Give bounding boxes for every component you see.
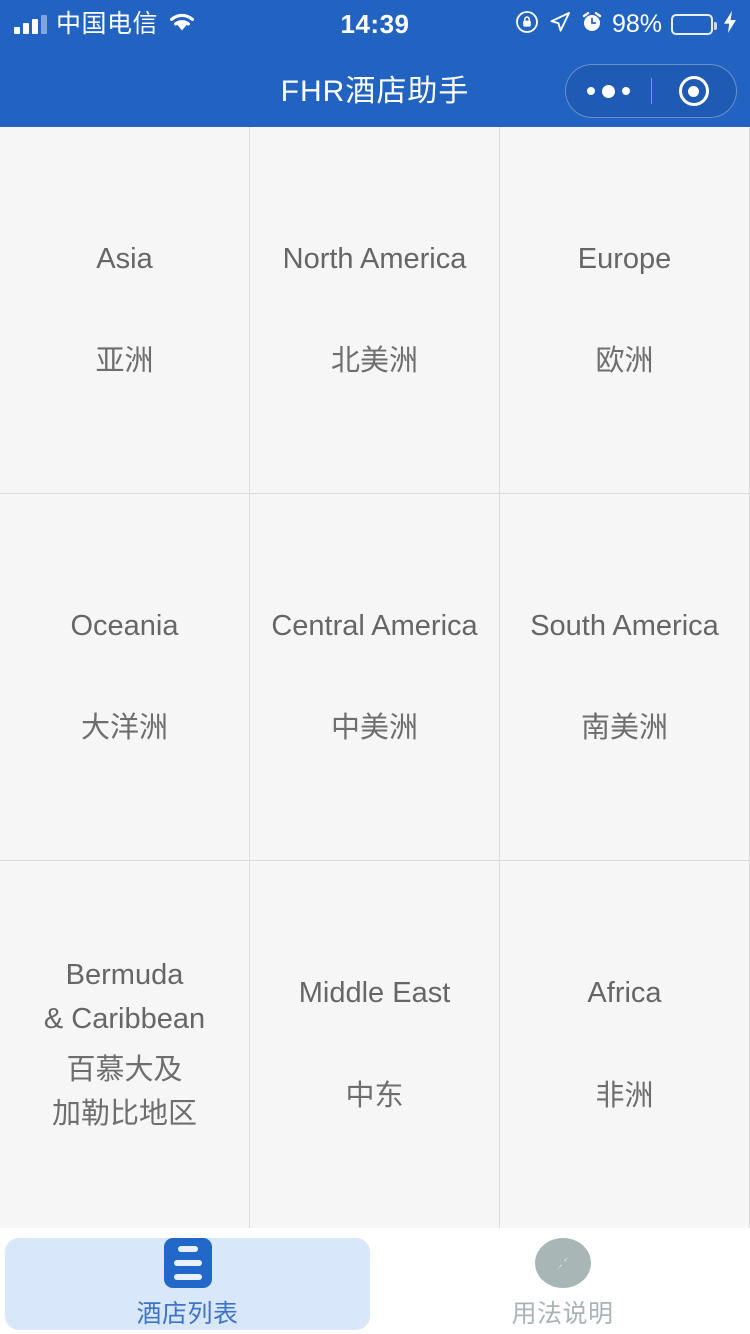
nav-bar: FHR酒店助手 [0, 48, 750, 127]
region-cell-asia[interactable]: Asia 亚洲 [0, 127, 250, 493]
capsule-menu-button[interactable] [566, 65, 651, 117]
region-name-zh: 欧洲 [595, 345, 654, 377]
region-name-en: Bermuda & Caribbean [43, 959, 206, 1036]
region-name-zh: 亚洲 [95, 345, 154, 377]
region-name-en: South America [530, 609, 719, 642]
region-name-zh: 非洲 [595, 1079, 654, 1112]
region-name-en: Asia [96, 242, 153, 275]
region-grid-row: Asia 亚洲 North America 北美洲 Europe 欧洲 [0, 127, 749, 494]
region-cell-north-america[interactable]: North America 北美洲 [250, 127, 500, 493]
tab-hotel-list[interactable]: 酒店列表 [5, 1238, 370, 1330]
region-name-zh: 大洋洲 [80, 712, 168, 744]
target-circle-icon [678, 76, 709, 106]
region-name-en: Central America [271, 609, 478, 642]
region-grid-row: Oceania 大洋洲 Central America 中美洲 South Am… [0, 494, 749, 861]
clock-label: 14:39 [340, 8, 410, 39]
region-cell-south-america[interactable]: South America 南美洲 [500, 494, 749, 860]
location-arrow-icon [548, 10, 572, 39]
region-cell-middle-east[interactable]: Middle East 中东 [250, 861, 500, 1228]
region-cell-africa[interactable]: Africa 非洲 [500, 861, 749, 1228]
region-cell-bermuda-caribbean[interactable]: Bermuda & Caribbean 百慕大及 加勒比地区 [0, 861, 250, 1228]
wechat-capsule[interactable] [565, 64, 737, 118]
region-name-en: Africa [587, 977, 662, 1010]
status-bar: 中国电信 14:39 98% [0, 0, 750, 48]
more-dots-icon [586, 84, 630, 98]
region-grid: Asia 亚洲 North America 北美洲 Europe 欧洲 Ocea… [0, 127, 750, 1228]
header: 中国电信 14:39 98% FHR酒店助手 [0, 0, 750, 127]
region-name-zh: 中美洲 [330, 712, 418, 744]
alarm-clock-icon [581, 11, 603, 38]
region-name-en: Europe [577, 242, 672, 275]
region-name-en: Oceania [70, 609, 179, 642]
battery-icon [671, 13, 717, 35]
status-bar-right: 98% [515, 0, 738, 48]
region-cell-europe[interactable]: Europe 欧洲 [500, 127, 749, 493]
region-cell-oceania[interactable]: Oceania 大洋洲 [0, 494, 250, 860]
charging-bolt-icon [722, 10, 738, 39]
app-root: 中国电信 14:39 98% FHR酒店助手 Asia 亚洲 North Ame… [0, 0, 750, 1334]
capsule-close-button[interactable] [652, 65, 737, 117]
region-name-zh: 南美洲 [580, 712, 668, 744]
compass-icon [534, 1238, 591, 1288]
list-document-icon [163, 1238, 212, 1288]
tab-usage-guide[interactable]: 用法说明 [380, 1238, 745, 1330]
tab-bar: 酒店列表 用法说明 [0, 1228, 750, 1334]
region-name-zh: 百慕大及 加勒比地区 [51, 1053, 197, 1130]
region-name-zh: 北美洲 [330, 345, 418, 377]
region-name-zh: 中东 [345, 1079, 404, 1112]
region-name-en: Middle East [298, 977, 451, 1010]
region-grid-row: Bermuda & Caribbean 百慕大及 加勒比地区 Middle Ea… [0, 861, 749, 1228]
region-name-en: North America [282, 242, 467, 275]
rotation-lock-icon [515, 10, 539, 39]
battery-percent-label: 98% [611, 9, 662, 38]
tab-label: 用法说明 [511, 1300, 614, 1328]
tab-label: 酒店列表 [136, 1300, 239, 1328]
region-cell-central-america[interactable]: Central America 中美洲 [250, 494, 500, 860]
